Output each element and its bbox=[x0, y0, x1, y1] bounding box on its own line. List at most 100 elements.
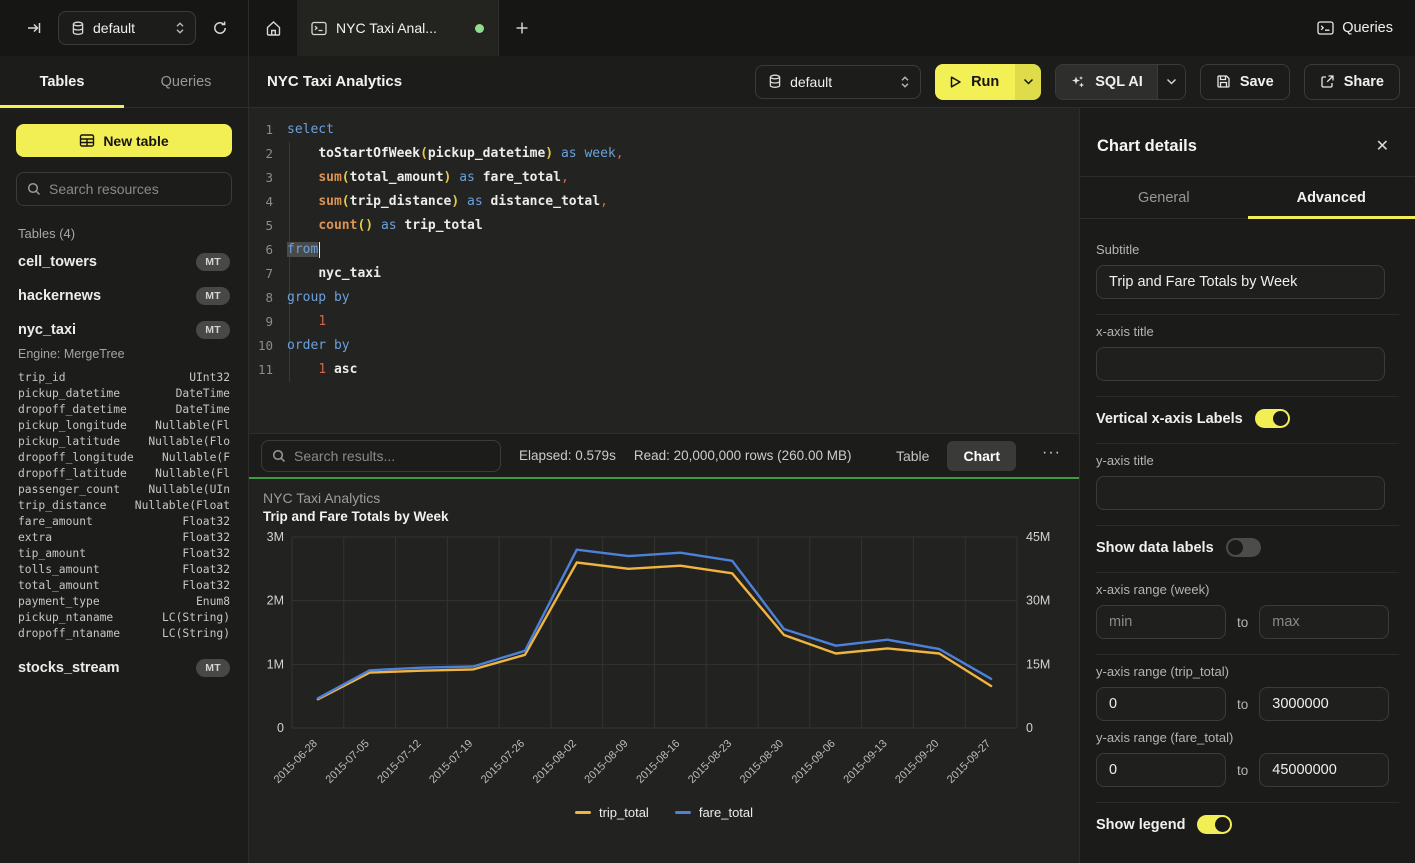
subtitle-input[interactable] bbox=[1096, 265, 1385, 299]
more-options-button[interactable]: ··· bbox=[1036, 444, 1067, 468]
results-search bbox=[261, 440, 501, 472]
column-name: trip_distance bbox=[18, 499, 106, 512]
home-button[interactable] bbox=[249, 0, 297, 56]
column-row-pickup_datetime[interactable]: pickup_datetimeDateTime bbox=[16, 385, 232, 401]
table-row-hackernews[interactable]: hackernewsMT bbox=[16, 279, 232, 313]
show-data-labels-row: Show data labels bbox=[1096, 538, 1385, 557]
column-type: Float32 bbox=[182, 547, 230, 560]
line-number: 1 bbox=[249, 118, 273, 142]
code-text: toStartOfWeek(pickup_datetime) as week, bbox=[287, 142, 624, 166]
code-text: order by bbox=[287, 334, 350, 358]
view-toggle-chart[interactable]: Chart bbox=[947, 441, 1016, 471]
column-name: tip_amount bbox=[18, 547, 86, 560]
column-row-payment_type[interactable]: payment_typeEnum8 bbox=[16, 593, 232, 609]
code-line-4: 4 sum(trip_distance) as distance_total, bbox=[249, 190, 1079, 214]
x-range-max-input[interactable] bbox=[1259, 605, 1389, 639]
svg-text:15M: 15M bbox=[1026, 657, 1050, 671]
refresh-button[interactable] bbox=[206, 14, 234, 42]
line-number: 9 bbox=[249, 310, 273, 334]
column-name: dropoff_ntaname bbox=[18, 627, 120, 640]
x-range-label: x-axis range (week) bbox=[1096, 582, 1385, 597]
panel-tab-advanced[interactable]: Advanced bbox=[1248, 177, 1415, 218]
x-axis-title-input[interactable] bbox=[1096, 347, 1385, 381]
main-header: NYC Taxi Analytics default Ru bbox=[249, 56, 1415, 108]
column-row-tolls_amount[interactable]: tolls_amountFloat32 bbox=[16, 561, 232, 577]
new-tab-button[interactable] bbox=[499, 0, 545, 56]
run-options-button[interactable] bbox=[1015, 64, 1041, 100]
field-divider bbox=[1096, 654, 1399, 655]
run-button-group: Run bbox=[935, 64, 1041, 100]
sidebar-tab-tables[interactable]: Tables bbox=[0, 56, 124, 107]
save-button[interactable]: Save bbox=[1200, 64, 1290, 100]
topbar-left: default bbox=[0, 0, 249, 56]
show-data-labels-toggle[interactable] bbox=[1226, 538, 1261, 557]
sidebar-search-input[interactable] bbox=[49, 181, 221, 197]
y-range-trip-min-input[interactable] bbox=[1096, 687, 1226, 721]
sql-editor[interactable]: 1select2 toStartOfWeek(pickup_datetime) … bbox=[249, 108, 1079, 433]
tab-nyc-taxi-analytics[interactable]: NYC Taxi Anal... bbox=[297, 0, 499, 56]
share-button[interactable]: Share bbox=[1304, 64, 1400, 100]
column-row-trip_distance[interactable]: trip_distanceNullable(Float bbox=[16, 497, 232, 513]
engine-badge: MT bbox=[196, 287, 230, 305]
y-axis-title-input[interactable] bbox=[1096, 476, 1385, 510]
text-cursor bbox=[319, 242, 321, 258]
column-row-dropoff_datetime[interactable]: dropoff_datetimeDateTime bbox=[16, 401, 232, 417]
sidebar-tab-queries[interactable]: Queries bbox=[124, 56, 248, 107]
code-text: group by bbox=[287, 286, 350, 310]
legend-item-fare_total[interactable]: fare_total bbox=[675, 805, 753, 820]
search-icon bbox=[272, 449, 286, 463]
database-icon bbox=[768, 74, 782, 89]
vertical-x-labels-toggle[interactable] bbox=[1255, 409, 1290, 428]
view-toggle-table[interactable]: Table bbox=[880, 441, 945, 471]
svg-text:2015-08-16: 2015-08-16 bbox=[634, 738, 682, 786]
queries-button[interactable]: Queries bbox=[1317, 20, 1393, 36]
to-label: to bbox=[1237, 763, 1248, 778]
x-range-min-input[interactable] bbox=[1096, 605, 1226, 639]
column-row-pickup_latitude[interactable]: pickup_latitudeNullable(Flo bbox=[16, 433, 232, 449]
main-area: NYC Taxi Analytics default Ru bbox=[249, 56, 1415, 863]
column-row-total_amount[interactable]: total_amountFloat32 bbox=[16, 577, 232, 593]
table-row-stocks_stream[interactable]: stocks_streamMT bbox=[16, 651, 232, 685]
table-row-nyc_taxi[interactable]: nyc_taxiMT bbox=[16, 313, 232, 347]
y-range-fare-min-input[interactable] bbox=[1096, 753, 1226, 787]
table-row-cell_towers[interactable]: cell_towersMT bbox=[16, 245, 232, 279]
y-range-trip-max-input[interactable] bbox=[1259, 687, 1389, 721]
new-table-button[interactable]: New table bbox=[16, 124, 232, 157]
sidebar-search bbox=[16, 172, 232, 206]
column-row-fare_amount[interactable]: fare_amountFloat32 bbox=[16, 513, 232, 529]
collapse-sidebar-button[interactable] bbox=[20, 14, 48, 42]
column-row-tip_amount[interactable]: tip_amount Float32 bbox=[16, 545, 232, 561]
column-row-dropoff_latitude[interactable]: dropoff_latitudeNullable(Fl bbox=[16, 465, 232, 481]
column-row-dropoff_longitude[interactable]: dropoff_longitudeNullable(F bbox=[16, 449, 232, 465]
column-row-passenger_count[interactable]: passenger_countNullable(UIn bbox=[16, 481, 232, 497]
save-button-label: Save bbox=[1240, 74, 1274, 90]
column-row-extra[interactable]: extraFloat32 bbox=[16, 529, 232, 545]
column-row-pickup_longitude[interactable]: pickup_longitudeNullable(Fl bbox=[16, 417, 232, 433]
column-row-trip_id[interactable]: trip_idUInt32 bbox=[16, 369, 232, 385]
code-line-1: 1select bbox=[249, 118, 1079, 142]
sql-ai-button[interactable]: SQL AI bbox=[1056, 65, 1157, 99]
svg-text:2015-08-02: 2015-08-02 bbox=[531, 738, 579, 786]
column-row-pickup_ntaname[interactable]: pickup_ntanameLC(String) bbox=[16, 609, 232, 625]
header-database-select[interactable]: default bbox=[755, 65, 921, 99]
y-range-trip-label: y-axis range (trip_total) bbox=[1096, 664, 1385, 679]
legend-item-trip_total[interactable]: trip_total bbox=[575, 805, 649, 820]
plus-icon bbox=[515, 21, 529, 35]
close-icon[interactable]: ✕ bbox=[1370, 134, 1395, 158]
results-search-input[interactable] bbox=[294, 448, 490, 464]
sidebar-tabs: TablesQueries bbox=[0, 56, 248, 108]
svg-text:3M: 3M bbox=[267, 530, 284, 544]
panel-tab-general[interactable]: General bbox=[1080, 177, 1248, 218]
sql-ai-options-button[interactable] bbox=[1157, 65, 1185, 99]
topbar-database-select[interactable]: default bbox=[58, 11, 196, 45]
engine-badge: MT bbox=[196, 253, 230, 271]
column-type: DateTime bbox=[176, 387, 230, 400]
show-legend-toggle[interactable] bbox=[1197, 815, 1232, 834]
svg-text:30M: 30M bbox=[1026, 594, 1050, 608]
column-row-dropoff_ntaname[interactable]: dropoff_ntanameLC(String) bbox=[16, 625, 232, 641]
y-range-fare-max-input[interactable] bbox=[1259, 753, 1389, 787]
run-button[interactable]: Run bbox=[935, 64, 1015, 100]
terminal-icon bbox=[1317, 20, 1334, 36]
column-type: Nullable(F bbox=[162, 451, 230, 464]
svg-text:2015-09-20: 2015-09-20 bbox=[893, 738, 941, 786]
